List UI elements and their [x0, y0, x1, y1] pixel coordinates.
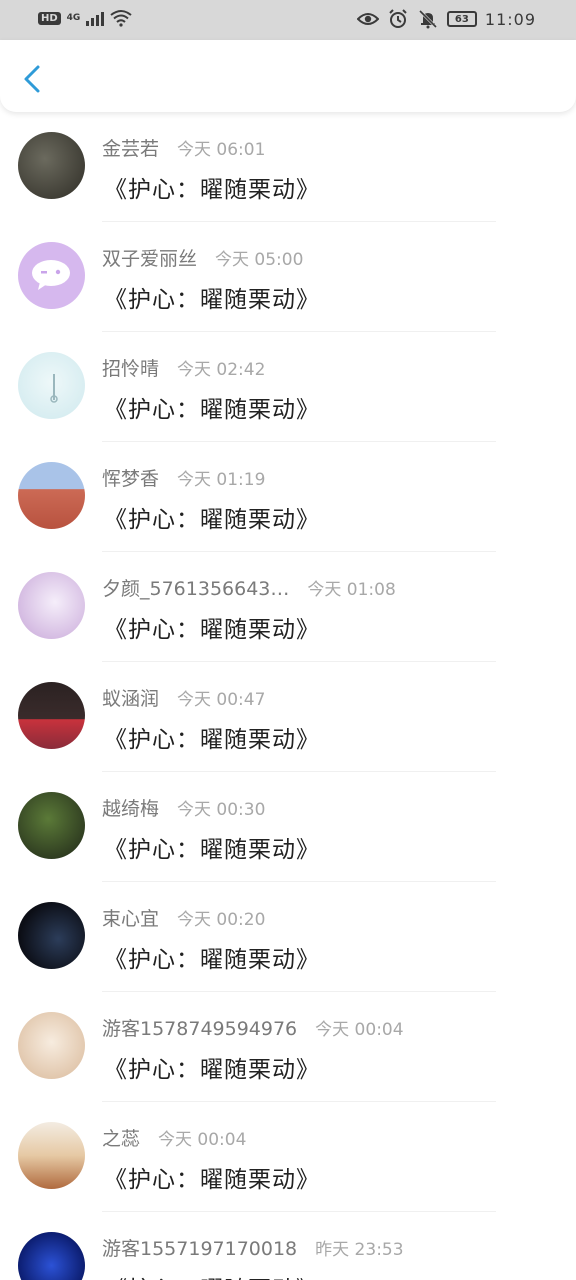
sender-name[interactable]: 金芸若: [102, 134, 159, 161]
sender-name[interactable]: 游客1578749594976: [102, 1014, 297, 1041]
list-item[interactable]: 游客1557197170018 昨天 23:53 《护心：曜随栗动》: [0, 1212, 576, 1280]
list-item[interactable]: 恽梦香 今天 01:19 《护心：曜随栗动》: [0, 442, 576, 552]
sender-name[interactable]: 夕颜_5761356643…: [102, 574, 289, 601]
message-time: 今天 05:00: [215, 250, 304, 270]
message-time: 今天 00:47: [177, 690, 266, 710]
alarm-icon: [387, 8, 409, 30]
message-time: 今天 00:20: [177, 910, 266, 930]
message-text: 《护心：曜随栗动》: [104, 177, 320, 203]
avatar[interactable]: [18, 682, 85, 749]
list-item[interactable]: 束心宜 今天 00:20 《护心：曜随栗动》: [0, 882, 576, 992]
list-item[interactable]: 蚁涵润 今天 00:47 《护心：曜随栗动》: [0, 662, 576, 772]
avatar[interactable]: [18, 902, 85, 969]
status-bar: HD 4G 63 11:09: [0, 0, 576, 40]
list-item[interactable]: 游客1578749594976 今天 00:04 《护心：曜随栗动》: [0, 992, 576, 1102]
avatar[interactable]: [18, 1012, 85, 1079]
signal-type: 4G: [66, 13, 81, 23]
sender-name[interactable]: 束心宜: [102, 904, 159, 931]
list-item[interactable]: 招怜晴 今天 02:42 《护心：曜随栗动》: [0, 332, 576, 442]
sender-name[interactable]: 恽梦香: [102, 464, 159, 491]
avatar[interactable]: [18, 462, 85, 529]
message-time: 今天 00:30: [177, 800, 266, 820]
sender-name[interactable]: 之蕊: [102, 1124, 140, 1151]
message-time: 今天 06:01: [177, 140, 266, 160]
avatar[interactable]: [18, 132, 85, 199]
wifi-icon: [110, 10, 132, 27]
avatar[interactable]: [18, 792, 85, 859]
message-text: 《护心：曜随栗动》: [104, 1270, 320, 1280]
message-time: 今天 00:04: [315, 1020, 404, 1040]
clock: 11:09: [484, 9, 536, 29]
message-time: 昨天 23:53: [315, 1240, 404, 1260]
avatar[interactable]: [18, 1232, 85, 1280]
message-text: 《护心：曜随栗动》: [104, 287, 320, 313]
message-list: 金芸若 今天 06:01 《护心：曜随栗动》 双子爱丽丝 今天 05:00 《护…: [0, 112, 576, 1280]
sender-name[interactable]: 游客1557197170018: [102, 1234, 297, 1261]
message-time: 今天 01:19: [177, 470, 266, 490]
sender-name[interactable]: 蚁涵润: [102, 684, 159, 711]
signal-icon: [86, 10, 105, 26]
list-item[interactable]: 越绮梅 今天 00:30 《护心：曜随栗动》: [0, 772, 576, 882]
message-text: 《护心：曜随栗动》: [104, 947, 320, 973]
top-bar: [0, 40, 576, 112]
eye-icon: [356, 8, 379, 30]
chat-bubble-icon: [32, 260, 70, 290]
sender-name[interactable]: 招怜晴: [102, 354, 159, 381]
list-item[interactable]: 双子爱丽丝 今天 05:00 《护心：曜随栗动》: [0, 222, 576, 332]
avatar[interactable]: [18, 352, 85, 419]
sender-name[interactable]: 越绮梅: [102, 794, 159, 821]
battery-indicator: 63: [446, 11, 477, 27]
message-time: 今天 02:42: [177, 360, 266, 380]
list-item[interactable]: 之蕊 今天 00:04 《护心：曜随栗动》: [0, 1102, 576, 1212]
network-type: HD: [38, 11, 61, 25]
message-text: 《护心：曜随栗动》: [104, 837, 320, 863]
message-time: 今天 00:04: [158, 1130, 247, 1150]
avatar[interactable]: [18, 242, 85, 309]
mute-bell-icon: [417, 8, 439, 30]
message-time: 今天 01:08: [307, 580, 396, 600]
message-text: 《护心：曜随栗动》: [104, 1057, 320, 1083]
message-text: 《护心：曜随栗动》: [104, 617, 320, 643]
list-item[interactable]: 金芸若 今天 06:01 《护心：曜随栗动》: [0, 112, 576, 222]
message-text: 《护心：曜随栗动》: [104, 507, 320, 533]
chevron-left-icon[interactable]: [18, 64, 48, 94]
list-item[interactable]: 夕颜_5761356643… 今天 01:08 《护心：曜随栗动》: [0, 552, 576, 662]
sender-name[interactable]: 双子爱丽丝: [102, 244, 197, 271]
avatar[interactable]: [18, 572, 85, 639]
message-text: 《护心：曜随栗动》: [104, 727, 320, 753]
message-text: 《护心：曜随栗动》: [104, 397, 320, 423]
message-text: 《护心：曜随栗动》: [104, 1167, 320, 1193]
avatar[interactable]: [18, 1122, 85, 1189]
